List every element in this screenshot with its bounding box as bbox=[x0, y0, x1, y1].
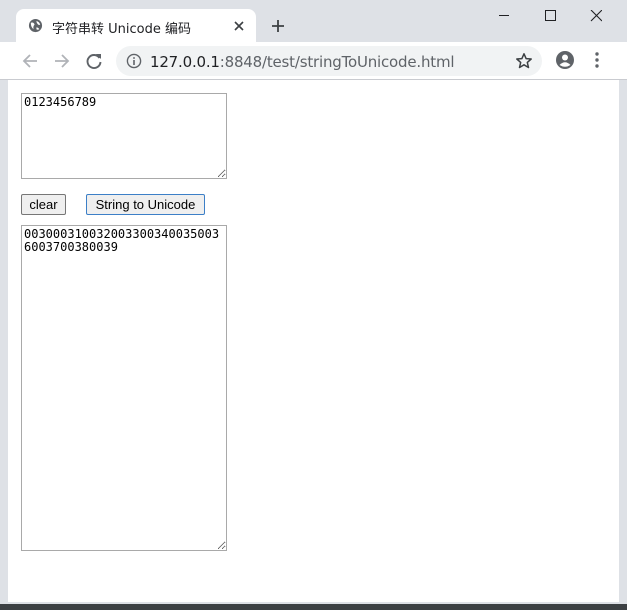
string-to-unicode-button[interactable]: String to Unicode bbox=[86, 194, 205, 215]
url-host: 127.0.0.1 bbox=[150, 53, 220, 71]
page-content: 0123456789 clear String to Unicode 00300… bbox=[8, 80, 619, 602]
arrow-right-icon[interactable] bbox=[51, 50, 73, 72]
maximize-icon bbox=[545, 10, 556, 21]
plus-icon[interactable] bbox=[268, 16, 288, 36]
browser-window: 字符串转 Unicode 编码 127.0.0.1:8848/test/stri… bbox=[0, 0, 627, 604]
tab-active[interactable]: 字符串转 Unicode 编码 bbox=[16, 9, 256, 42]
output-textarea[interactable]: 0030003100320033003400350036003700380039 bbox=[21, 225, 227, 551]
tab-title: 字符串转 Unicode 编码 bbox=[52, 22, 191, 37]
minimize-button[interactable] bbox=[481, 0, 527, 32]
kebab-menu-icon[interactable] bbox=[589, 50, 605, 70]
info-icon[interactable] bbox=[126, 53, 142, 69]
arrow-left-icon[interactable] bbox=[19, 50, 41, 72]
toolbar: 127.0.0.1:8848/test/stringToUnicode.html bbox=[0, 42, 627, 80]
reload-icon[interactable] bbox=[83, 50, 105, 72]
globe-icon bbox=[28, 18, 43, 33]
window-close-button[interactable] bbox=[573, 0, 619, 32]
account-icon[interactable] bbox=[555, 50, 575, 70]
close-icon[interactable] bbox=[230, 17, 248, 35]
url-path: :8848/test/stringToUnicode.html bbox=[219, 53, 455, 71]
url-text: 127.0.0.1:8848/test/stringToUnicode.html bbox=[150, 53, 455, 71]
tab-strip: 字符串转 Unicode 编码 bbox=[0, 0, 627, 42]
input-textarea[interactable]: 0123456789 bbox=[21, 93, 227, 179]
star-icon[interactable] bbox=[515, 52, 533, 70]
maximize-button[interactable] bbox=[527, 0, 573, 32]
minimize-icon bbox=[499, 15, 509, 16]
close-window-icon bbox=[590, 10, 602, 22]
clear-button[interactable]: clear bbox=[21, 194, 66, 215]
address-bar[interactable]: 127.0.0.1:8848/test/stringToUnicode.html bbox=[116, 46, 542, 76]
